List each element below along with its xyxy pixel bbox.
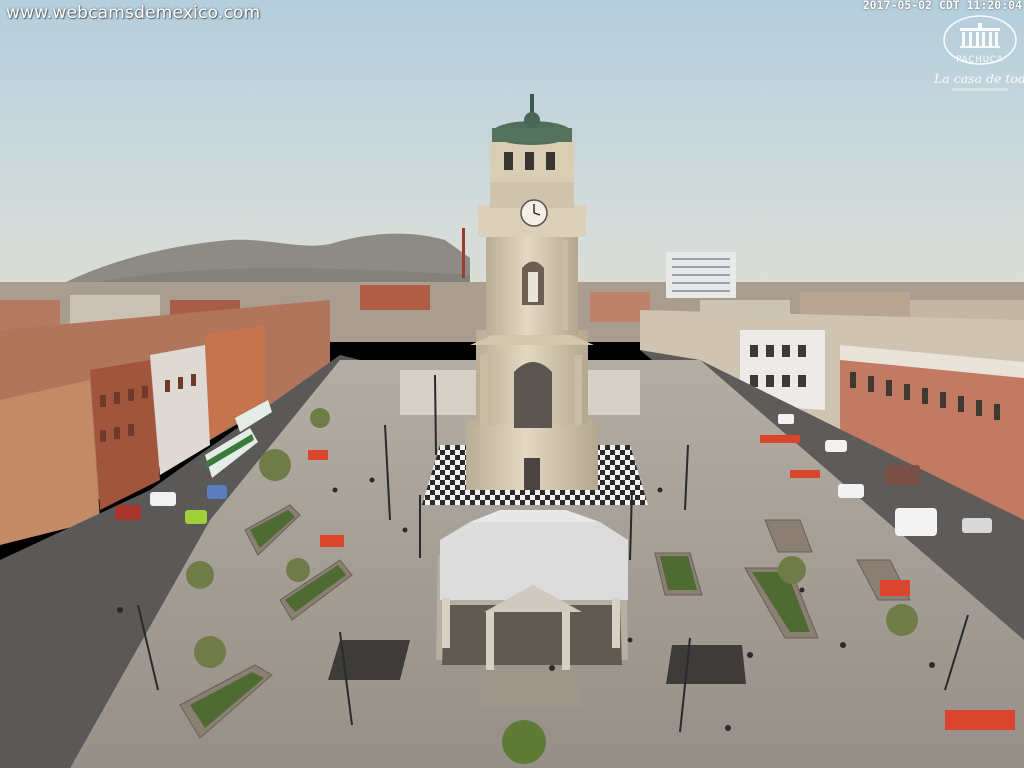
logo-city-name: PACHUCA [956, 55, 1004, 65]
timestamp: 2017-05-02 CDT 11:20:04 [862, 0, 1022, 12]
logo-underline [952, 88, 1008, 91]
logo-slogan: La casa de todos [934, 71, 1024, 86]
site-watermark: www.webcamsdemexico.com [6, 3, 261, 23]
ground-panel [328, 640, 410, 680]
webcam-scene [0, 0, 1024, 768]
city-logo: PACHUCA La casa de todos [934, 14, 1024, 96]
webcam-frame: www.webcamsdemexico.com 2017-05-02 CDT 1… [0, 0, 1024, 768]
